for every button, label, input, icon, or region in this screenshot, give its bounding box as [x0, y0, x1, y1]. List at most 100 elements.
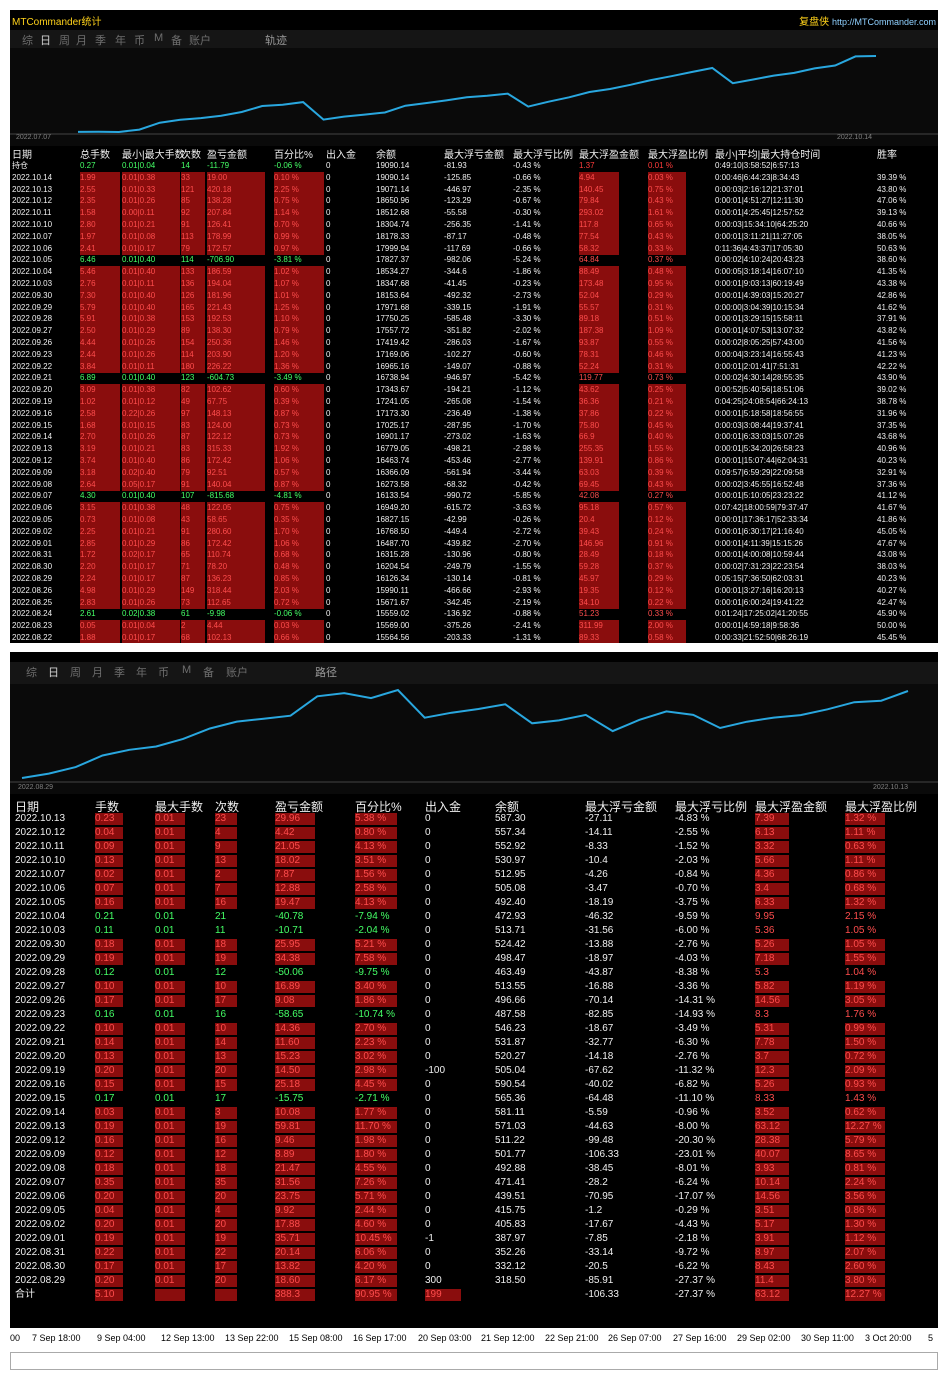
table-cell: 0: [425, 1177, 431, 1188]
time-tick: 16 Sep 17:00: [353, 1333, 407, 1343]
table-cell: 0.10 %: [274, 172, 299, 182]
table-cell: 73: [181, 597, 190, 607]
table-cell: 4.36: [755, 869, 775, 880]
table-cell: 5.17: [755, 1219, 775, 1230]
table-cell: 0.01: [155, 1177, 175, 1188]
tab-3[interactable]: 月: [76, 32, 87, 48]
table-cell: 0.70 %: [274, 220, 299, 229]
tab-9[interactable]: 账户: [189, 32, 211, 48]
table-cell: 79: [181, 243, 190, 253]
table-cell: 172.42: [207, 538, 232, 548]
table-cell: -2.70 %: [513, 538, 541, 548]
table-cell: 6.17 %: [355, 1275, 387, 1286]
table-cell: 1.68: [80, 420, 96, 430]
table-cell: -13.88: [585, 939, 614, 950]
table-cell: 8.65 %: [845, 1149, 877, 1160]
table-cell: 0.12 %: [648, 515, 673, 524]
table-cell: 0.01|0.29: [122, 326, 156, 336]
tab-6[interactable]: 币: [158, 664, 169, 680]
table-cell: 2.00 %: [648, 621, 673, 631]
tab-3[interactable]: 月: [92, 664, 103, 680]
table-cell: 31.96 %: [877, 408, 907, 418]
table-cell: -6.22 %: [675, 1261, 710, 1272]
table-cell: 0.16: [95, 897, 115, 908]
tab-1[interactable]: 日: [40, 32, 51, 48]
table-cell: 20: [215, 1219, 227, 1230]
table-cell: -0.60 %: [513, 349, 541, 359]
tab-7[interactable]: M: [182, 664, 191, 676]
table-cell: 0.43 %: [648, 231, 673, 241]
table-cell: 0:00:01|15:07:44|62:04:31: [715, 456, 809, 465]
tab-9[interactable]: 账户: [226, 664, 248, 680]
tab-8[interactable]: 备: [203, 664, 214, 680]
table-cell: 0.16: [95, 1135, 115, 1146]
tab-5[interactable]: 年: [115, 32, 126, 48]
table-cell: 18: [215, 939, 227, 950]
table-cell: 20: [215, 1191, 227, 1202]
table-cell: -1: [425, 1233, 434, 1244]
tab-8[interactable]: 备: [171, 32, 182, 48]
table-cell: 0.01|0.29: [122, 585, 156, 595]
table-cell: -18.67: [585, 1023, 614, 1034]
table-cell: 0.01|0.04: [122, 621, 156, 631]
time-tick: 21 Sep 12:00: [481, 1333, 535, 1343]
table-cell: 2.61: [80, 609, 96, 619]
row-date: 2022.09.06: [12, 503, 53, 513]
tab-0[interactable]: 综: [26, 664, 37, 680]
table-cell: 1.56 %: [355, 869, 387, 880]
table-cell: 38.78 %: [877, 397, 907, 406]
table-cell: 20.14: [275, 1247, 301, 1258]
table-cell: 0: [326, 255, 331, 265]
input-strip[interactable]: [10, 1352, 938, 1370]
tab-track[interactable]: 轨迹: [265, 32, 287, 48]
tab-6[interactable]: 币: [134, 32, 145, 48]
tab-track[interactable]: 路径: [315, 664, 337, 680]
tab-4[interactable]: 季: [114, 664, 125, 680]
table-cell: 43.90 %: [877, 373, 907, 383]
table-cell: -6.82 %: [675, 1079, 710, 1090]
brand-url: http://MTCommander.com: [831, 17, 936, 27]
tab-5[interactable]: 年: [136, 664, 147, 680]
tab-4[interactable]: 季: [95, 32, 106, 48]
table-cell: 34.10: [579, 597, 600, 607]
table-cell: 471.41: [495, 1177, 526, 1188]
table-cell: 20.4: [579, 515, 595, 524]
table-cell: 5.79: [80, 302, 96, 312]
table-cell: 4.60 %: [355, 1219, 387, 1230]
table-cell: 0:00:01|4:11:39|15:15:26: [715, 538, 804, 548]
table-cell: 7.87: [275, 869, 295, 880]
tab-2[interactable]: 周: [70, 664, 81, 680]
table-cell: 172.57: [207, 243, 232, 253]
tab-0[interactable]: 综: [22, 32, 33, 48]
table-cell: 192.53: [207, 314, 232, 324]
time-tick: 7 Sep 18:00: [32, 1333, 81, 1343]
table-cell: 16.89: [275, 981, 301, 992]
brand-link[interactable]: 复盘侠 http://MTCommander.com: [799, 13, 936, 28]
table-cell: 0.01|0.38: [122, 172, 156, 182]
table-cell: 0.01: [155, 967, 175, 978]
table-cell: 2: [181, 621, 186, 631]
table-cell: 9: [215, 841, 221, 852]
table-cell: 42.22 %: [877, 361, 907, 371]
table-cell: 0: [425, 1205, 431, 1216]
table-cell: 172.42: [207, 456, 232, 465]
table-cell: 43.82 %: [877, 326, 907, 336]
table-cell: 0.07: [95, 883, 115, 894]
table-cell: 0.65 %: [648, 220, 673, 229]
tab-7[interactable]: M: [154, 32, 163, 44]
table-cell: 1.02: [80, 397, 96, 406]
table-cell: 43.68 %: [877, 432, 907, 442]
col-header: 盈亏金额: [207, 150, 247, 161]
table-cell: -1.70 %: [513, 420, 541, 430]
table-cell: 0:00:01|6:33:03|15:07:26: [715, 432, 804, 442]
table-cell: 0.99 %: [845, 1023, 877, 1034]
table-cell: 0: [425, 1121, 431, 1132]
tab-1[interactable]: 日: [48, 664, 59, 680]
table-cell: 17557.72: [376, 326, 410, 336]
table-cell: 0: [425, 1107, 431, 1118]
table-cell: 0.39 %: [648, 467, 673, 477]
table-cell: 77.54: [579, 231, 600, 241]
table-cell: 0.01: [155, 953, 175, 964]
tab-2[interactable]: 周: [59, 32, 70, 48]
table-cell: 15569.00: [376, 621, 410, 631]
